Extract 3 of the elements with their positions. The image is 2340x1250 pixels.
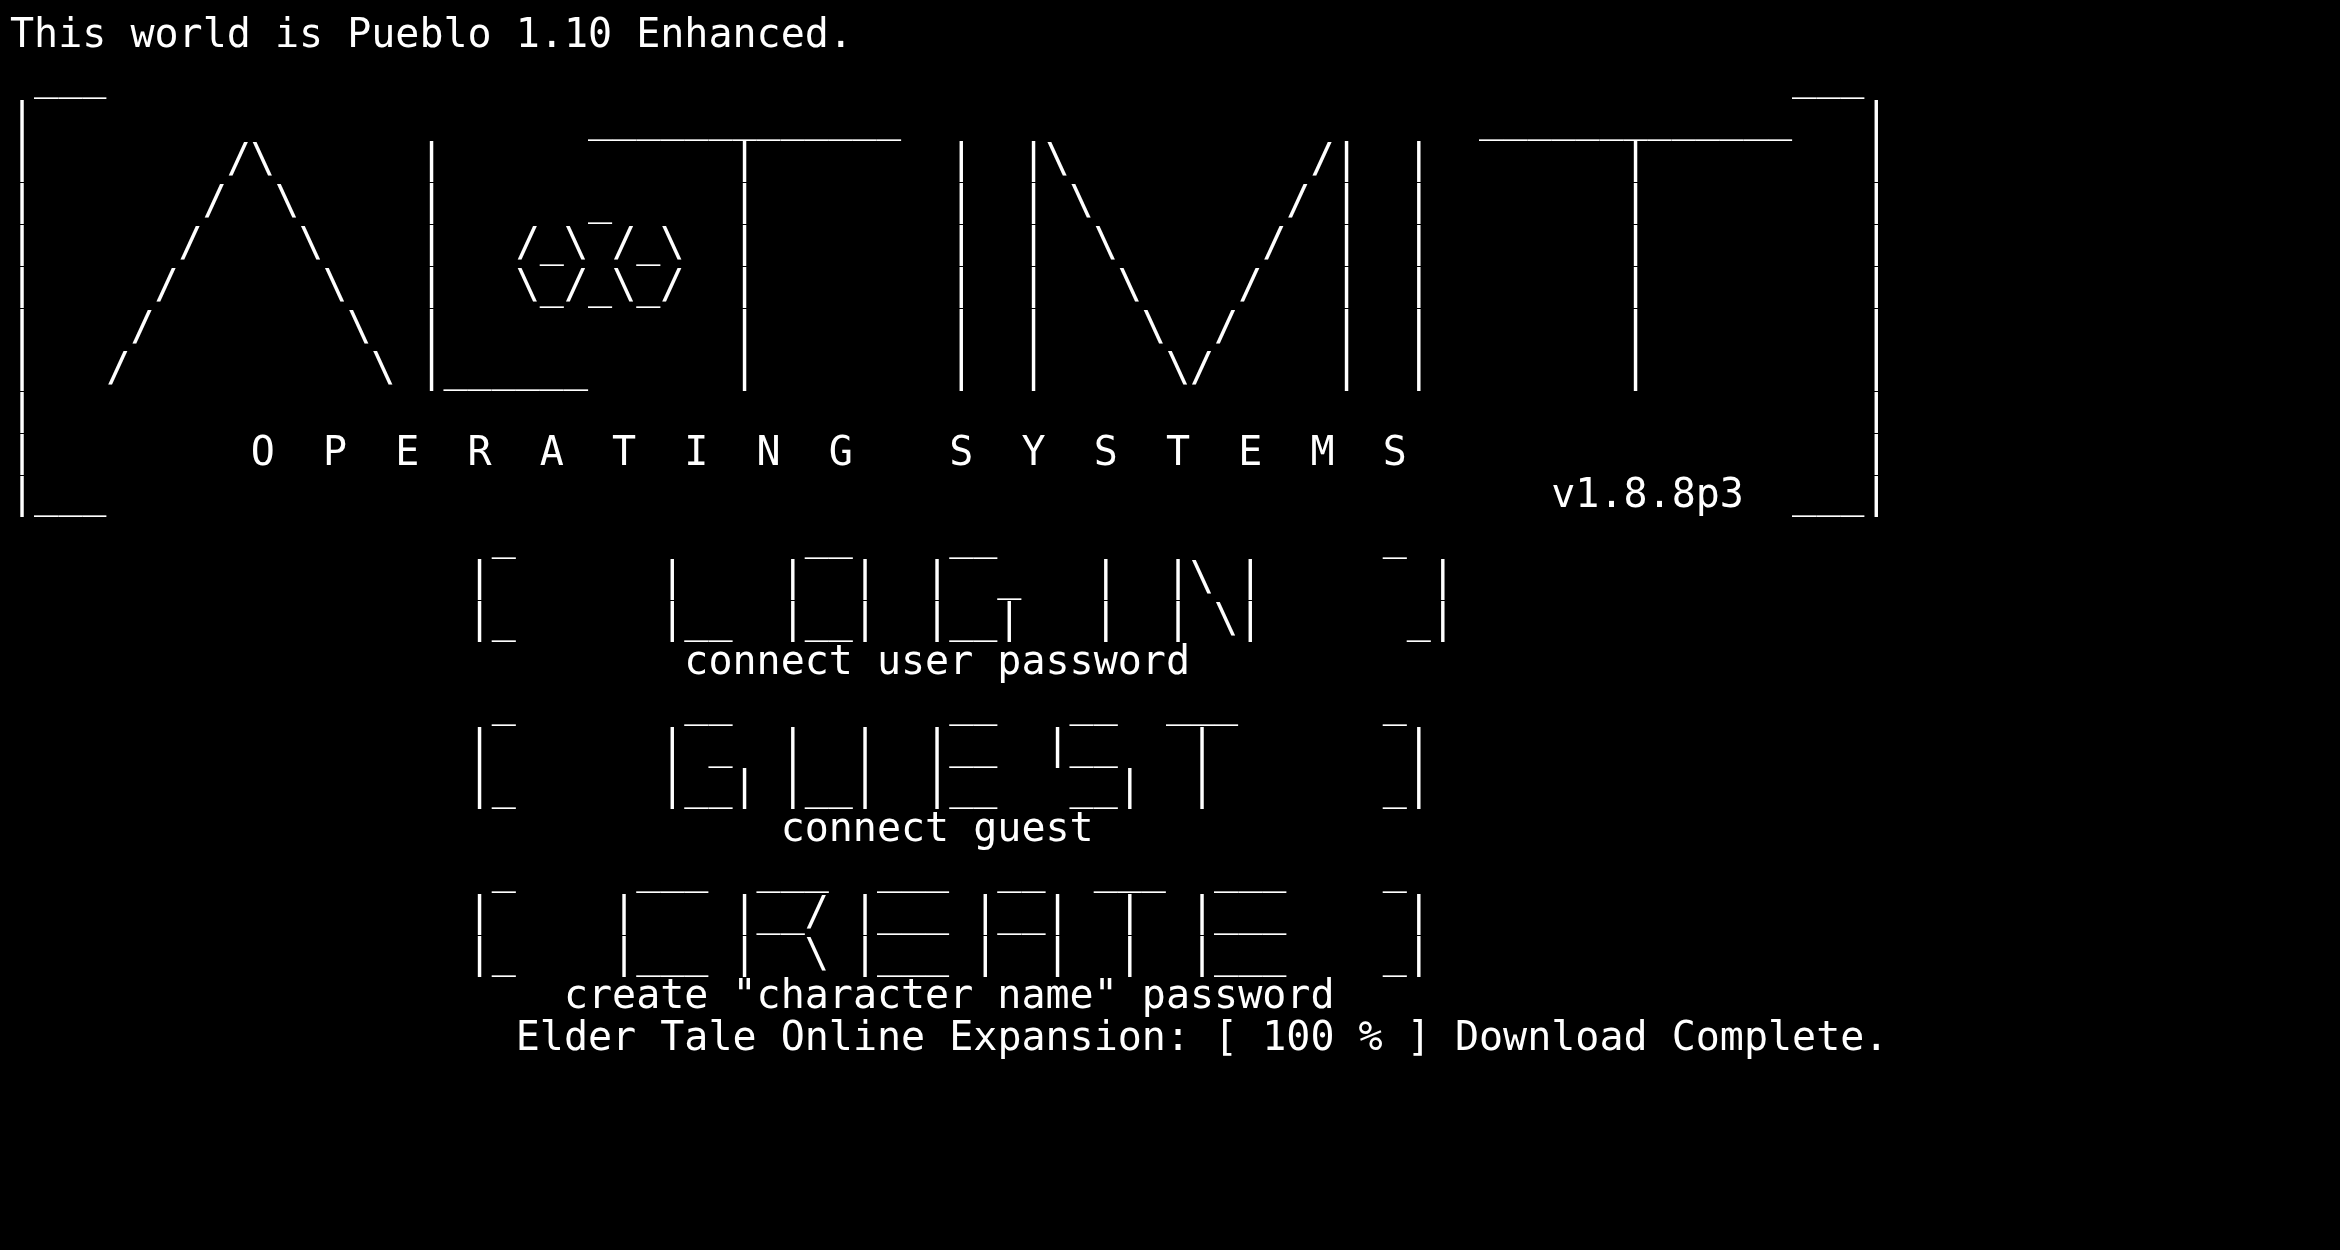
terminal-line: This world is Pueblo 1.10 Enhanced. — [10, 13, 853, 55]
ascii-art: ___ ___ | _____________ _____________ | | /\ | | | |\ /| | | | | / \ | _ | | | \ / | | | | | / \ | /_\ /_\ | | | \ / | | | | | / \ | \_/_\_/ | | | \ / | | | | | / \ | | | | \ / | | | | | / \ |______ | | | \/ | | | | | | | O P E R A T I N G S Y S T E M S | |___ v1.8.8p3 ___| — [10, 54, 1889, 519]
terminal-line: Elder Tale Online Expansion: [ 100 % ] Download Complete. — [515, 1016, 1889, 1058]
